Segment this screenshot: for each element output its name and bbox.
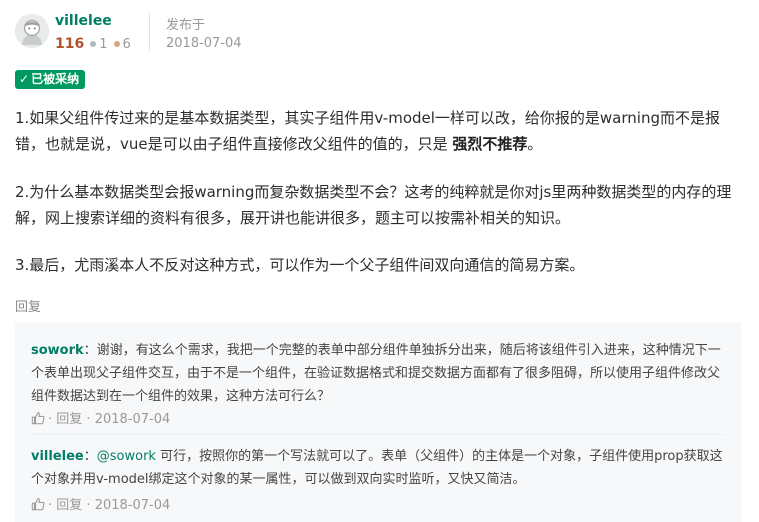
comment-colon: ：	[83, 449, 97, 464]
published-date: 2018-07-04	[166, 36, 242, 51]
check-icon: ✓	[19, 72, 30, 86]
bronze-badge-count: 6	[122, 37, 131, 52]
published-label: 发布于	[166, 18, 206, 33]
silver-badge-icon	[90, 41, 97, 47]
answer-paragraph-1-text: 1.如果父组件传过来的是基本数据类型，其实子组件用v-model一样可以改，给你…	[15, 109, 720, 153]
comment-divider	[31, 434, 725, 435]
comment-dot: ·	[82, 498, 95, 513]
thumbs-up-icon[interactable]	[31, 411, 45, 425]
reputation-row: 116 1 6	[55, 36, 131, 52]
answer-paragraph-3: 3.最后，尤雨溪本人不反对这种方式，可以作为一个父子组件间双向通信的简易方案。	[15, 256, 585, 274]
answer-paragraph-1: 1.如果父组件传过来的是基本数据类型，其实子组件用v-model一样可以改，给你…	[15, 105, 740, 157]
answer-card: villelee 116 1 6 发布于 2018-07-04 ✓ 已被采纳 1.如果…	[0, 0, 759, 522]
comment-1-meta: · 回复 · 2018-07-04	[31, 411, 170, 429]
comments-section: sowork：谢谢，有这么个需求，我把一个完整的表单中部分组件单独拆分出来，随后…	[15, 322, 741, 522]
comment-author[interactable]: villelee	[31, 449, 84, 464]
comment-2: villelee：@sowork 可行，按照你的第一个写法就可以了。表单（父组件…	[31, 445, 731, 491]
header-divider	[149, 13, 150, 51]
silver-badge-count: 1	[99, 37, 108, 52]
answer-paragraph-1-end: 。	[527, 135, 543, 153]
reputation-count: 116	[55, 36, 85, 52]
comment-colon: ：	[83, 343, 97, 358]
answer-reply-link[interactable]: 回复	[15, 296, 41, 315]
avatar[interactable]	[15, 14, 49, 48]
answer-emphasis: 强烈不推荐	[452, 135, 528, 153]
comment-dot: ·	[82, 412, 95, 427]
comment-text: 谢谢，有这么个需求，我把一个完整的表单中部分组件单独拆分出来，随后将该组件引入进…	[31, 343, 721, 404]
comment-date: 2018-07-04	[94, 412, 171, 427]
comment-author[interactable]: sowork	[31, 343, 84, 358]
comment-date: 2018-07-04	[94, 498, 171, 513]
comment-2-meta: · 回复 · 2018-07-04	[31, 497, 170, 515]
thumbs-up-icon[interactable]	[31, 497, 45, 511]
comment-reply-link[interactable]: 回复	[56, 412, 82, 427]
accepted-badge: ✓ 已被采纳	[15, 70, 86, 89]
comment-reply-link[interactable]: 回复	[56, 498, 82, 513]
comment-1: sowork：谢谢，有这么个需求，我把一个完整的表单中部分组件单独拆分出来，随后…	[31, 339, 731, 408]
bronze-badge-icon	[113, 41, 120, 47]
avatar-illustration	[15, 14, 49, 48]
comment-mention-link[interactable]: @sowork	[97, 449, 156, 464]
answer-paragraph-2: 2.为什么基本数据类型会报warning而复杂数据类型不会？这考的纯粹就是你对j…	[15, 183, 732, 227]
answer-author[interactable]: villelee	[55, 13, 112, 29]
accepted-label: 已被采纳	[31, 72, 80, 86]
